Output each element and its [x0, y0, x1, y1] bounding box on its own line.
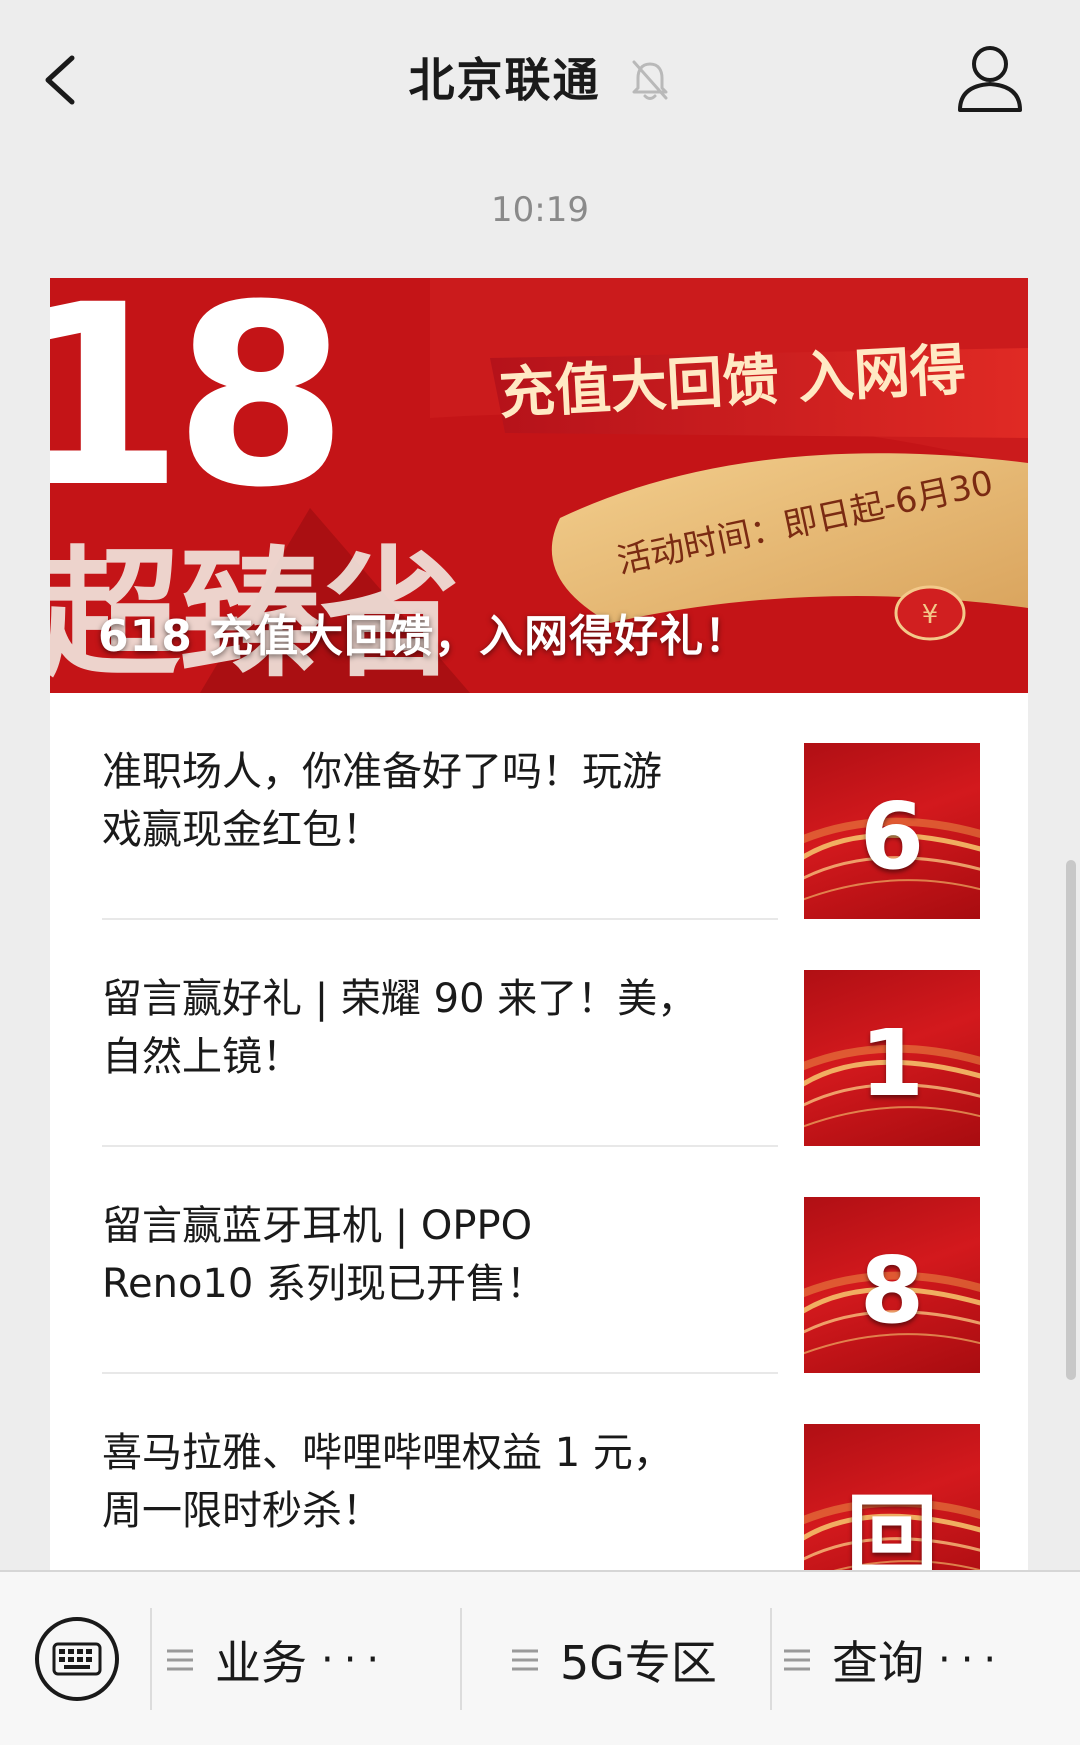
- menu-divider: [770, 1608, 772, 1710]
- cover-article-title: 618 充值大回馈，入网得好礼！: [98, 611, 750, 662]
- scrollbar[interactable]: [1066, 860, 1076, 1380]
- article-title-line: Reno10 系列现已开售！: [102, 1261, 547, 1307]
- article-list: 准职场人，你准备好了吗！玩游 戏赢现金红包！ 6 留言赢好礼 | 荣耀 90 来了！美…: [50, 693, 1028, 1578]
- article-thumbnail: 6: [804, 743, 980, 919]
- menu-item-label: 业务: [215, 1635, 307, 1690]
- bottom-menu-bar: 业务 ··· 5G专区 查询 ···: [0, 1570, 1080, 1745]
- thumbnail-glyph: 8: [859, 1237, 924, 1344]
- banner-coin: ¥: [922, 600, 939, 630]
- submenu-dots: ···: [321, 1636, 390, 1683]
- page-title: 北京联通: [408, 53, 601, 107]
- menu-item-label: 5G专区: [560, 1635, 717, 1690]
- menu-list-icon: [784, 1649, 810, 1670]
- thumbnail-glyph: 回: [845, 1485, 938, 1578]
- article-title: 喜马拉雅、哔哩哔哩权益 1 元， 周一限时秒杀！: [102, 1424, 822, 1540]
- article-list-item[interactable]: 留言赢好礼 | 荣耀 90 来了！美， 自然上镜！ 1: [50, 920, 1028, 1147]
- article-list-item[interactable]: 留言赢蓝牙耳机 | OPPO Reno10 系列现已开售！ 8: [50, 1147, 1028, 1374]
- message-timestamp: 10:19: [491, 190, 589, 230]
- menu-divider: [460, 1608, 462, 1710]
- article-title-line: 戏赢现金红包！: [102, 807, 382, 853]
- article-thumbnail: 回: [804, 1424, 980, 1578]
- menu-divider: [150, 1608, 152, 1710]
- keyboard-toggle-button[interactable]: [32, 1614, 122, 1704]
- menu-list-icon: [167, 1649, 193, 1670]
- menu-item-5g-zone[interactable]: 5G专区: [510, 1602, 770, 1717]
- thumbnail-glyph: 1: [859, 1010, 924, 1117]
- top-bar: 北京联通: [0, 0, 1080, 155]
- article-title-line: 留言赢蓝牙耳机 | OPPO: [102, 1203, 533, 1249]
- profile-button[interactable]: [950, 38, 1030, 120]
- article-title: 留言赢蓝牙耳机 | OPPO Reno10 系列现已开售！: [102, 1197, 822, 1313]
- article-title-line: 留言赢好礼 | 荣耀 90 来了！美，: [102, 976, 698, 1022]
- article-title-line: 周一限时秒杀！: [102, 1488, 382, 1534]
- article-thumbnail: 1: [804, 970, 980, 1146]
- thumbnail-glyph: 6: [859, 783, 924, 890]
- bell-off-icon: [632, 60, 668, 100]
- title-area: 北京联通: [0, 40, 1080, 120]
- article-title-line: 喜马拉雅、哔哩哔哩权益 1 元，: [102, 1430, 673, 1476]
- menu-item-query[interactable]: 查询 ···: [782, 1602, 1072, 1717]
- article-list-item[interactable]: 喜马拉雅、哔哩哔哩权益 1 元， 周一限时秒杀！ 回: [50, 1374, 1028, 1578]
- cover-article-banner[interactable]: 18 充值大回馈 入网得 活动时间：即日起-6月30 超臻省 ¥ 618 充值大…: [50, 278, 1028, 693]
- menu-item-label: 查询: [832, 1635, 924, 1690]
- submenu-dots: ···: [938, 1636, 1007, 1683]
- person-icon: [958, 46, 1022, 112]
- banner-big-number: 18: [50, 278, 338, 542]
- chat-page: 北京联通 10:19 18 充值大回馈 入网得 活动时间：即日起-6月30 超臻…: [0, 0, 1080, 1745]
- article-thumbnail: 8: [804, 1197, 980, 1373]
- article-title-line: 自然上镜！: [102, 1034, 302, 1080]
- article-title: 留言赢好礼 | 荣耀 90 来了！美， 自然上镜！: [102, 970, 822, 1086]
- article-title-line: 准职场人，你准备好了吗！玩游: [102, 749, 662, 795]
- menu-item-business[interactable]: 业务 ···: [165, 1602, 460, 1717]
- keyboard-icon: [35, 1617, 119, 1701]
- article-list-item[interactable]: 准职场人，你准备好了吗！玩游 戏赢现金红包！ 6: [50, 693, 1028, 920]
- article-card: 18 充值大回馈 入网得 活动时间：即日起-6月30 超臻省 ¥ 618 充值大…: [50, 278, 1028, 1578]
- menu-list-icon: [512, 1649, 538, 1670]
- article-title: 准职场人，你准备好了吗！玩游 戏赢现金红包！: [102, 743, 822, 859]
